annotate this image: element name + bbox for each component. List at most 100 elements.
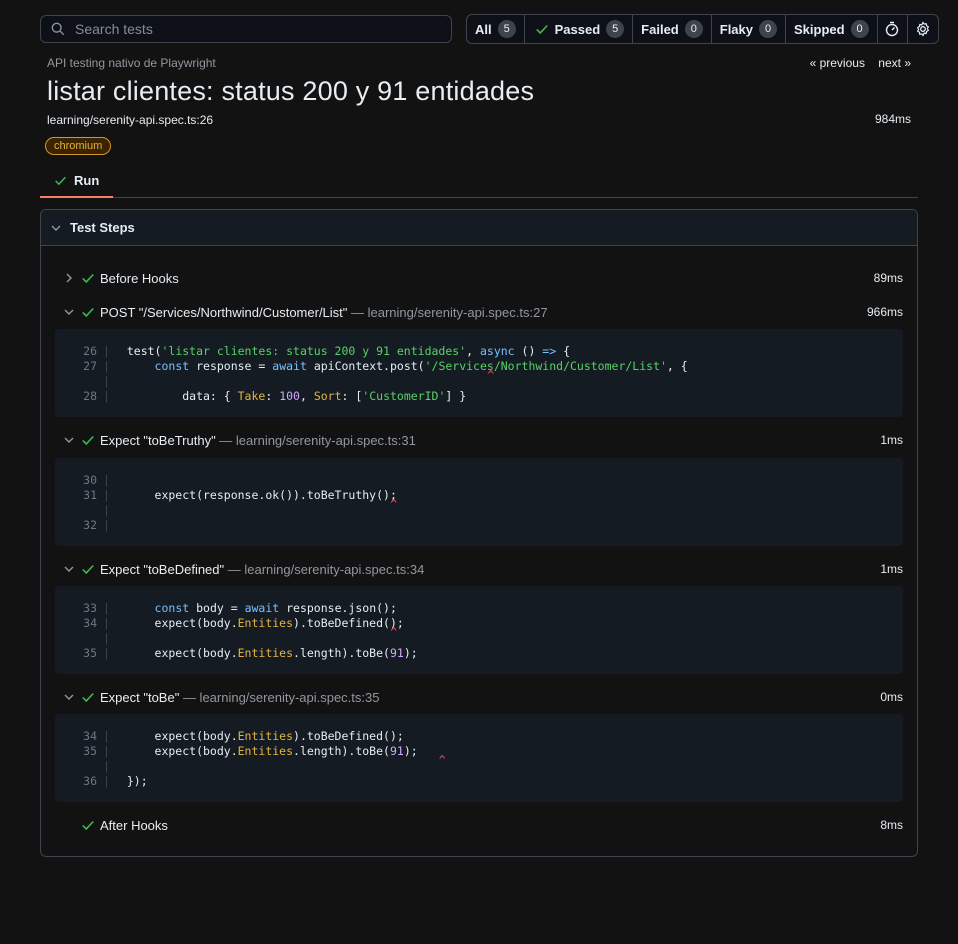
step-duration: 8ms: [880, 818, 903, 832]
code-line: |: [55, 631, 903, 646]
step-duration: 966ms: [866, 305, 903, 319]
line-number: 35: [83, 744, 97, 758]
tab-run[interactable]: Run: [40, 164, 114, 198]
step-duration: 89ms: [873, 271, 903, 285]
step-expect-tobetruthy[interactable]: Expect "toBeTruthy" — learning/serenity-…: [41, 429, 917, 451]
chevron-down-icon: [64, 309, 74, 315]
test-navigation: « previous next »: [800, 56, 911, 70]
step-title: After Hooks: [100, 817, 168, 833]
code-snippet: 30 | 31 | expect(response.ok()).toBeTruthy(…: [55, 458, 903, 546]
check-icon: [82, 692, 94, 703]
check-icon: [82, 820, 94, 831]
gutter-bar: |: [103, 389, 110, 403]
error-caret: ^: [487, 368, 495, 382]
gutter-bar: |: [103, 759, 110, 773]
test-header: API testing nativo de Playwright « previ…: [47, 56, 911, 127]
filter-label: Failed: [641, 21, 679, 37]
code-line: 27 | const response = await apiContext.po…: [55, 359, 903, 374]
project-badge[interactable]: chromium: [45, 137, 112, 155]
line-number: 30: [83, 473, 97, 487]
code-text: });: [113, 774, 148, 788]
filter-count: 5: [606, 20, 625, 38]
code-text: test('listar clientes: status 200 y 91 e…: [113, 344, 571, 358]
gutter-bar: |: [103, 631, 110, 645]
line-number: 26: [83, 344, 97, 358]
code-snippet: 26 | test('listar clientes: status 200 y …: [55, 329, 903, 417]
step-before-hooks[interactable]: Before Hooks 89ms: [41, 267, 917, 289]
gutter-bar: |: [103, 744, 110, 758]
code-text: expect(body.Entities).toBeDefined();: [113, 729, 404, 743]
filter-label: Skipped: [794, 21, 845, 37]
gutter-bar: |: [103, 774, 110, 788]
step-duration: 1ms: [880, 562, 903, 576]
filter-count: 0: [684, 20, 703, 38]
code-line: 34 | expect(body.Entities).toBeDefined();: [55, 616, 903, 631]
step-title: Expect "toBe": [100, 689, 180, 705]
code-line: 35 | expect(body.Entities.length).toBe(91…: [55, 744, 903, 759]
line-number: 28: [83, 389, 97, 403]
step-location[interactable]: — learning/serenity-api.spec.ts:35: [179, 690, 380, 705]
chevron-down-icon: [64, 566, 74, 572]
step-title: Expect "toBeDefined": [100, 561, 225, 577]
filter-count: 5: [497, 20, 516, 38]
search-icon: [51, 22, 65, 36]
step-location[interactable]: — learning/serenity-api.spec.ts:34: [224, 562, 425, 577]
code-line: 33 | const body = await response.json();: [55, 601, 903, 616]
code-text: expect(body.Entities.length).toBe(91);: [113, 646, 418, 660]
step-label: Before Hooks: [100, 271, 179, 286]
gutter-bar: |: [103, 729, 110, 743]
next-link[interactable]: next »: [878, 56, 911, 70]
step-post-request[interactable]: POST "/Services/Northwind/Customer/List"…: [41, 301, 917, 323]
filter-passed[interactable]: Passed 5: [525, 15, 634, 43]
previous-link[interactable]: « previous: [810, 56, 865, 70]
filter-failed[interactable]: Failed 0: [633, 15, 712, 43]
error-caret: ^: [390, 625, 398, 639]
step-title: Expect "toBeTruthy": [100, 432, 216, 448]
step-title: POST "/Services/Northwind/Customer/List": [100, 304, 348, 320]
step-label: Expect "toBe" — learning/serenity-api.sp…: [100, 690, 379, 705]
step-location[interactable]: — learning/serenity-api.spec.ts:27: [347, 305, 548, 320]
test-suite-title: API testing nativo de Playwright: [47, 56, 216, 70]
chevron-down-icon: [64, 437, 74, 443]
line-number: 36: [83, 774, 97, 788]
code-snippet: 33 | const body = await response.json(); 3…: [55, 586, 903, 674]
gutter-bar: |: [103, 503, 110, 517]
filter-flaky[interactable]: Flaky 0: [712, 15, 786, 43]
code-text: expect(body.Entities.length).toBe(91);: [113, 744, 418, 758]
check-icon: [55, 176, 66, 185]
step-after-hooks[interactable]: After Hooks 8ms: [41, 814, 917, 836]
tab-bar: Run: [40, 164, 918, 198]
code-line: 31 | expect(response.ok()).toBeTruthy();: [55, 488, 903, 503]
gutter-bar: |: [103, 359, 110, 373]
step-expect-tobe[interactable]: Expect "toBe" — learning/serenity-api.sp…: [41, 686, 917, 708]
filter-bar: All 5 Passed 5 Failed 0 Flaky 0 Skipped 0: [466, 14, 939, 44]
filter-count: 0: [850, 20, 869, 38]
settings-button[interactable]: [908, 15, 938, 43]
check-icon: [82, 273, 94, 284]
step-label: After Hooks: [100, 818, 168, 833]
step-location[interactable]: — learning/serenity-api.spec.ts:31: [216, 433, 416, 448]
code-line: 32 |: [55, 518, 903, 533]
tab-label: Run: [74, 172, 100, 188]
code-text: expect(body.Entities).toBeDefined();: [113, 616, 404, 630]
test-location: learning/serenity-api.spec.ts:26: [47, 113, 214, 127]
check-icon: [82, 435, 94, 446]
code-line: 35 | expect(body.Entities.length).toBe(91…: [55, 646, 903, 661]
test-steps-header[interactable]: Test Steps: [41, 210, 917, 246]
test-duration: 984ms: [874, 112, 911, 126]
gutter-bar: |: [103, 473, 110, 487]
step-expect-tobedefined[interactable]: Expect "toBeDefined" — learning/serenity…: [41, 558, 917, 580]
gutter-bar: |: [103, 616, 110, 630]
speedboard-button[interactable]: [878, 15, 908, 43]
step-duration: 1ms: [880, 433, 903, 447]
line-number: 27: [83, 359, 97, 373]
code-line: 26 | test('listar clientes: status 200 y …: [55, 344, 903, 359]
code-text: const response = await apiContext.post('…: [154, 359, 688, 373]
gutter-bar: |: [103, 344, 110, 358]
filter-skipped[interactable]: Skipped 0: [786, 15, 878, 43]
panel-title: Test Steps: [70, 220, 135, 235]
search-box[interactable]: [40, 15, 452, 43]
check-icon: [535, 24, 548, 35]
search-input[interactable]: [73, 20, 451, 38]
filter-all[interactable]: All 5: [467, 15, 525, 43]
